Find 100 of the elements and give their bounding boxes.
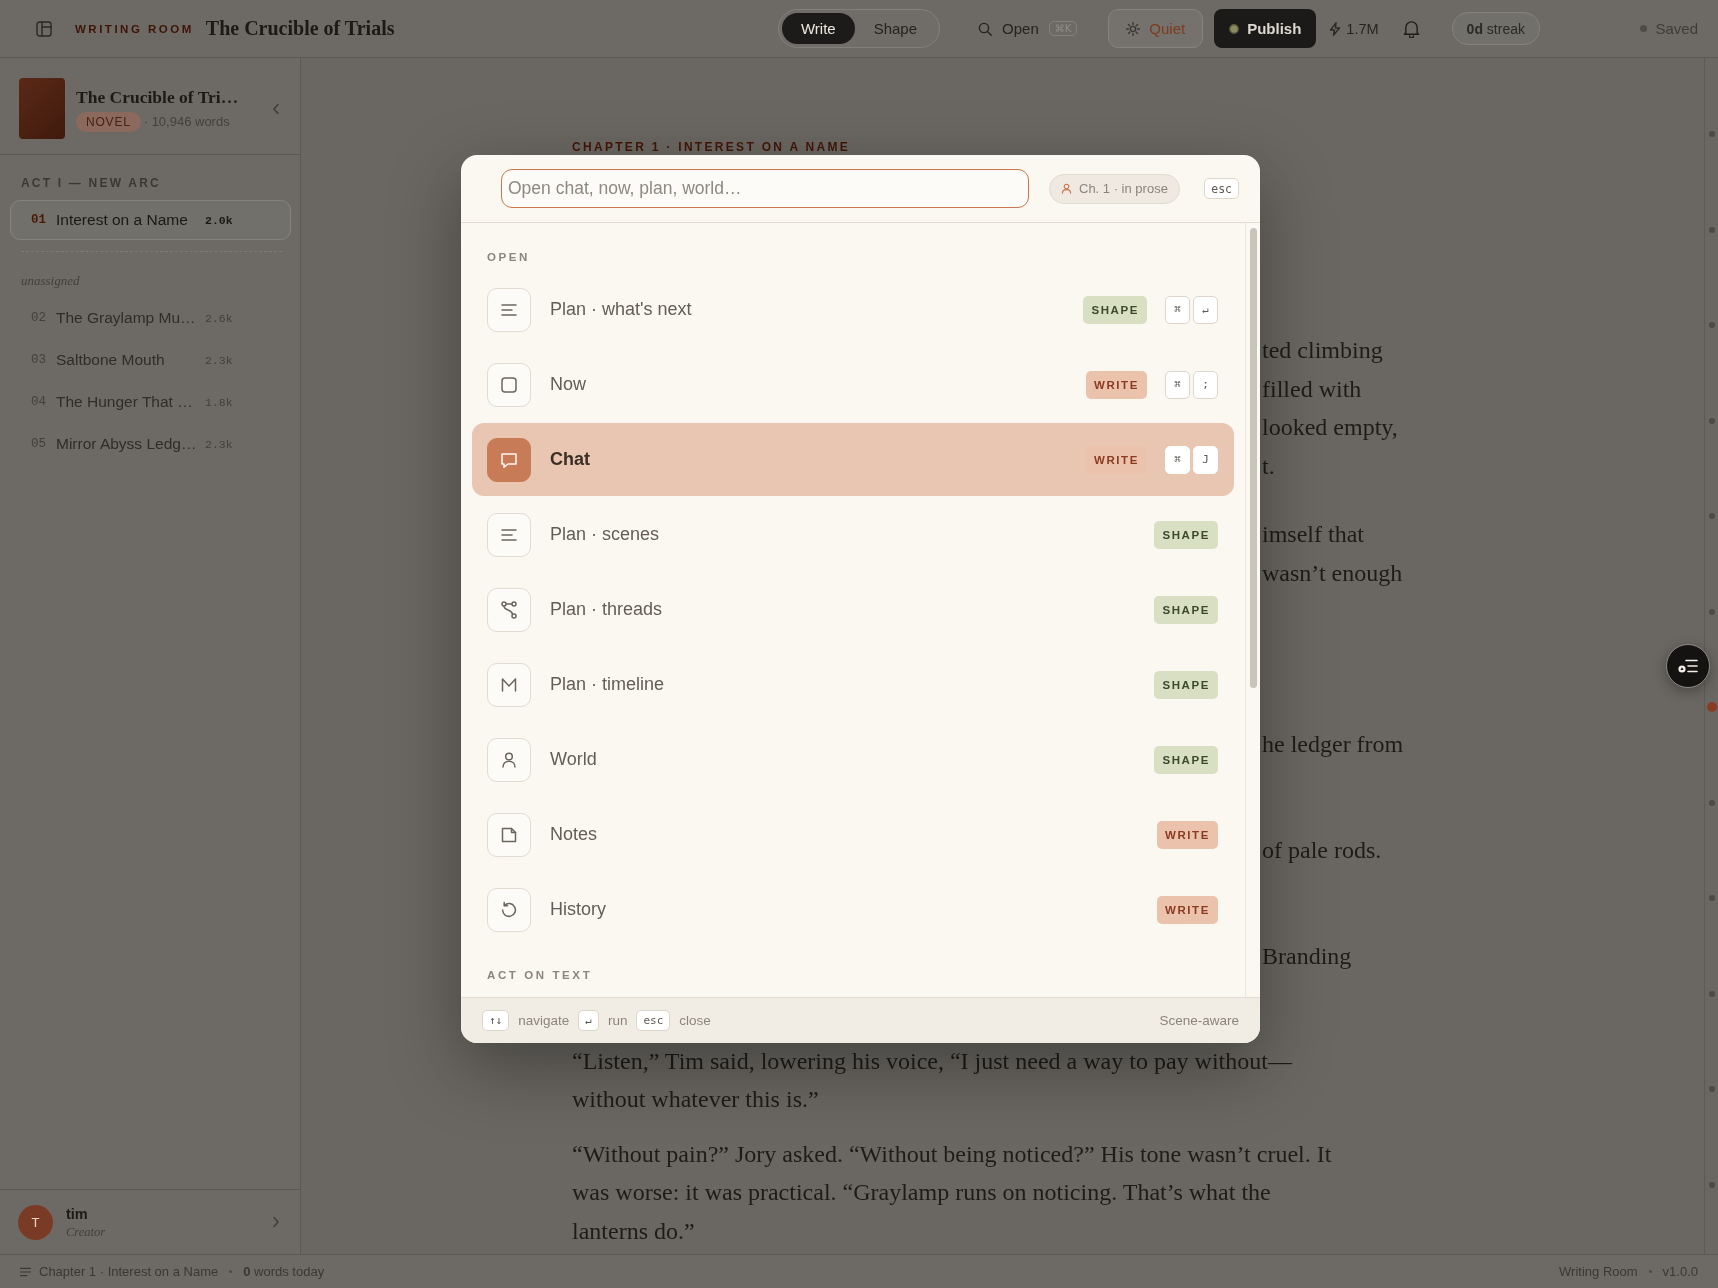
command-item[interactable]: Now WRITE ⌘ ; (472, 348, 1234, 421)
close-key[interactable]: esc (1204, 178, 1239, 199)
genre-tag: NOVEL (76, 111, 141, 132)
text-lines-icon (487, 512, 531, 557)
list-icon (20, 1266, 31, 1277)
person-icon (1061, 183, 1072, 194)
chat-bubble-icon (487, 437, 531, 482)
mode-tag: WRITE (1085, 370, 1147, 399)
command-label: Plan · timeline (550, 674, 666, 695)
command-item[interactable]: Plan · threads SHAPE (472, 573, 1234, 646)
command-label: History (550, 899, 607, 920)
command-item[interactable]: Plan · what's next SHAPE ⌘ ↵ (472, 273, 1234, 346)
chapter-title: Interest on a Name (56, 211, 189, 229)
scene-aware-label: Scene-aware (1159, 1013, 1239, 1028)
person-icon (487, 737, 531, 782)
command-label: Chat (550, 449, 591, 470)
document-title: The Crucible of Trials (205, 17, 395, 40)
manuscript-paragraph: “Without pain?” Jory asked. “Without being noticed?” His tone wasn’t cruel. It was worse: it was practical. “Graylamp runs on noticing. That’s what the lanterns do.” (572, 1139, 1332, 1246)
command-item[interactable]: Chat WRITE ⌘ J (472, 423, 1234, 496)
manuscript-paragraph: ted climbing filled with looked empty, t. (1262, 336, 1398, 481)
chapter-item[interactable]: 01 Interest on a Name 2.0k (10, 200, 291, 240)
scrollbar-thumb[interactable] (1249, 228, 1257, 688)
status-dot-icon (1229, 23, 1240, 34)
mode-tag: SHAPE (1154, 670, 1218, 699)
lightning-icon (1328, 21, 1343, 36)
publish-button[interactable]: Publish (1214, 9, 1317, 48)
scene-marker-icon[interactable] (1708, 1086, 1715, 1092)
scene-marker-icon[interactable] (1708, 513, 1715, 519)
scene-marker-icon[interactable] (1708, 226, 1715, 233)
scene-marker-icon[interactable] (1708, 895, 1715, 901)
search-icon (978, 21, 993, 36)
branch-icon (487, 587, 531, 632)
scene-marker-icon[interactable] (1708, 417, 1715, 424)
section-heading: ACT ON TEXT (487, 968, 593, 982)
command-item[interactable]: Notes WRITE (472, 798, 1234, 871)
word-count: 2.0k (205, 213, 233, 227)
mode-tab[interactable]: Write (781, 13, 855, 44)
chapter-title: Mirror Abyss Ledg… (56, 435, 198, 453)
bell-icon[interactable] (1402, 19, 1420, 38)
list-icon (1678, 659, 1698, 673)
book-cover (19, 78, 65, 139)
streak-counter: 0d streak (1451, 12, 1540, 45)
mode-tag: SHAPE (1154, 745, 1218, 774)
scene-marker-icon[interactable] (1708, 608, 1715, 615)
command-item[interactable]: Plan · scenes SHAPE (472, 498, 1234, 571)
chapter-number: 01 (31, 213, 47, 227)
scene-marker-icon[interactable] (1708, 322, 1715, 328)
section-heading: OPEN (487, 250, 530, 264)
layout-icon[interactable] (36, 20, 52, 37)
command-label: Plan · threads (550, 599, 664, 620)
mode-tag: WRITE (1085, 445, 1147, 474)
shortcut-key: ⌘ (1165, 445, 1190, 474)
key-hint: esc (636, 1010, 671, 1031)
hint-label: close (679, 1013, 711, 1028)
chapter-title: The Graylamp Mu… (56, 309, 197, 327)
command-label: Now (550, 374, 587, 395)
key-hint: ↑↓ (482, 1010, 510, 1031)
shortcut-key: J (1193, 445, 1218, 474)
scene-marker-icon[interactable] (1708, 1181, 1715, 1188)
outline-button[interactable] (1666, 644, 1710, 688)
command-item[interactable]: World SHAPE (472, 723, 1234, 796)
app-name: WRITING ROOM (75, 22, 194, 35)
manuscript-paragraph: he ledger from (1262, 730, 1404, 759)
zigzag-icon (487, 662, 531, 707)
status-dot-icon (1640, 25, 1648, 32)
scene-marker-icon[interactable] (1708, 131, 1715, 137)
square-icon (487, 362, 531, 407)
hint-label: navigate (518, 1013, 570, 1028)
key-hint: ↵ (578, 1010, 599, 1031)
context-chip[interactable]: Ch. 1 · in prose (1049, 173, 1180, 204)
scene-marker-icon[interactable] (1708, 799, 1715, 806)
history-icon (487, 887, 531, 932)
command-label: Plan · what's next (550, 299, 693, 320)
note-icon (487, 812, 531, 857)
chapter-title: Saltbone Mouth (56, 351, 166, 369)
mode-tag: SHAPE (1083, 295, 1147, 324)
text-lines-icon (487, 287, 531, 332)
sun-icon (1126, 21, 1141, 36)
command-search-field[interactable]: Open chat, now, plan, world… (501, 169, 1029, 208)
hint-label: run (607, 1013, 628, 1028)
book-title: The Crucible of Tri… (76, 85, 239, 108)
scene-marker-icon[interactable] (1706, 702, 1717, 712)
command-item[interactable]: Plan · timeline SHAPE (472, 648, 1234, 721)
mode-tag: SHAPE (1154, 595, 1218, 624)
shortcut-key: ⌘ (1165, 295, 1190, 324)
mode-tag: SHAPE (1154, 520, 1218, 549)
scene-marker-icon[interactable] (1708, 990, 1715, 997)
shortcut-key: ; (1193, 370, 1218, 399)
user-avatar[interactable]: T (18, 1204, 53, 1240)
manuscript-paragraph: “Listen,” Tim said, lowering his voice, “I just need a way to pay without— without whatever this is.” (572, 1046, 1292, 1114)
reach-count: 1.7M (1346, 20, 1379, 37)
user-name: tim (66, 1204, 88, 1224)
chapter-title: The Hunger That … (56, 393, 194, 411)
chevron-right-icon[interactable] (272, 1216, 280, 1228)
shortcut-key: ↵ (1193, 295, 1218, 324)
shortcut-key: ⌘ (1165, 370, 1190, 399)
command-item[interactable]: History WRITE (472, 873, 1234, 946)
command-label: Notes (550, 824, 599, 845)
manuscript-paragraph: Branding (1262, 942, 1352, 971)
chevron-left-icon[interactable] (272, 102, 280, 115)
